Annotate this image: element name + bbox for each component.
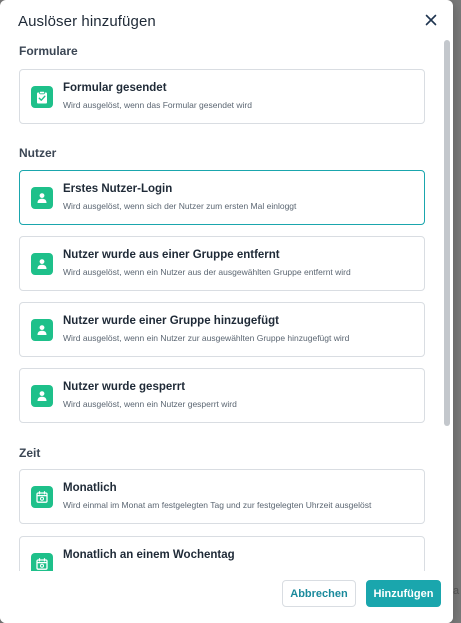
dialog-footer: Abbrechen Hinzufügen — [0, 571, 453, 623]
user-icon — [31, 187, 53, 209]
trigger-description: Wird ausgelöst, wenn ein Nutzer gesperrt… — [63, 399, 237, 409]
trigger-user-added-to-group[interactable]: Nutzer wurde einer Gruppe hinzugefügt Wi… — [19, 302, 425, 357]
section-heading-forms: Formulare — [19, 44, 78, 58]
section-heading-users: Nutzer — [19, 146, 57, 160]
calendar-icon — [31, 553, 53, 571]
trigger-list[interactable]: Formulare Formular gesendet Wird ausgelö… — [0, 36, 438, 571]
trigger-user-locked[interactable]: Nutzer wurde gesperrt Wird ausgelöst, we… — [19, 368, 425, 423]
trigger-description: Wird ausgelöst, wenn das Formular gesend… — [63, 100, 252, 110]
trigger-description: Wird ausgelöst, wenn ein Nutzer aus der … — [63, 267, 351, 277]
form-check-icon — [31, 86, 53, 108]
trigger-title: Formular gesendet — [63, 82, 167, 94]
trigger-description: Wird ausgelöst, wenn sich der Nutzer zum… — [63, 201, 297, 211]
trigger-monthly[interactable]: Monatlich Wird einmal im Monat am festge… — [19, 469, 425, 524]
trigger-title: Nutzer wurde aus einer Gruppe entfernt — [63, 249, 280, 261]
user-icon — [31, 253, 53, 275]
close-icon — [425, 14, 437, 26]
dialog-title: Auslöser hinzufügen — [18, 13, 156, 30]
add-trigger-dialog: Auslöser hinzufügen Formulare Formular g… — [0, 0, 453, 623]
trigger-description: Wird ausgelöst, wenn ein Nutzer zur ausg… — [63, 333, 350, 343]
user-icon — [31, 385, 53, 407]
trigger-description: Wird einmal im Monat am festgelegten Tag… — [63, 500, 372, 510]
trigger-title: Nutzer wurde gesperrt — [63, 381, 186, 393]
trigger-title: Nutzer wurde einer Gruppe hinzugefügt — [63, 315, 279, 327]
trigger-title: Monatlich — [63, 482, 117, 494]
background-text-fragment: a — [453, 585, 460, 597]
trigger-first-user-login[interactable]: Erstes Nutzer-Login Wird ausgelöst, wenn… — [19, 170, 425, 225]
section-heading-time: Zeit — [19, 446, 41, 460]
close-button[interactable] — [421, 10, 441, 30]
user-icon — [31, 319, 53, 341]
trigger-user-removed-from-group[interactable]: Nutzer wurde aus einer Gruppe entfernt W… — [19, 236, 425, 291]
scrollbar-thumb[interactable] — [444, 40, 450, 426]
trigger-monthly-weekday[interactable]: Monatlich an einem Wochentag — [19, 536, 425, 571]
trigger-title: Erstes Nutzer-Login — [63, 183, 173, 195]
trigger-form-submitted[interactable]: Formular gesendet Wird ausgelöst, wenn d… — [19, 69, 425, 124]
cancel-button[interactable]: Abbrechen — [282, 580, 356, 607]
calendar-icon — [31, 486, 53, 508]
trigger-title: Monatlich an einem Wochentag — [63, 549, 235, 561]
add-button[interactable]: Hinzufügen — [366, 580, 441, 607]
